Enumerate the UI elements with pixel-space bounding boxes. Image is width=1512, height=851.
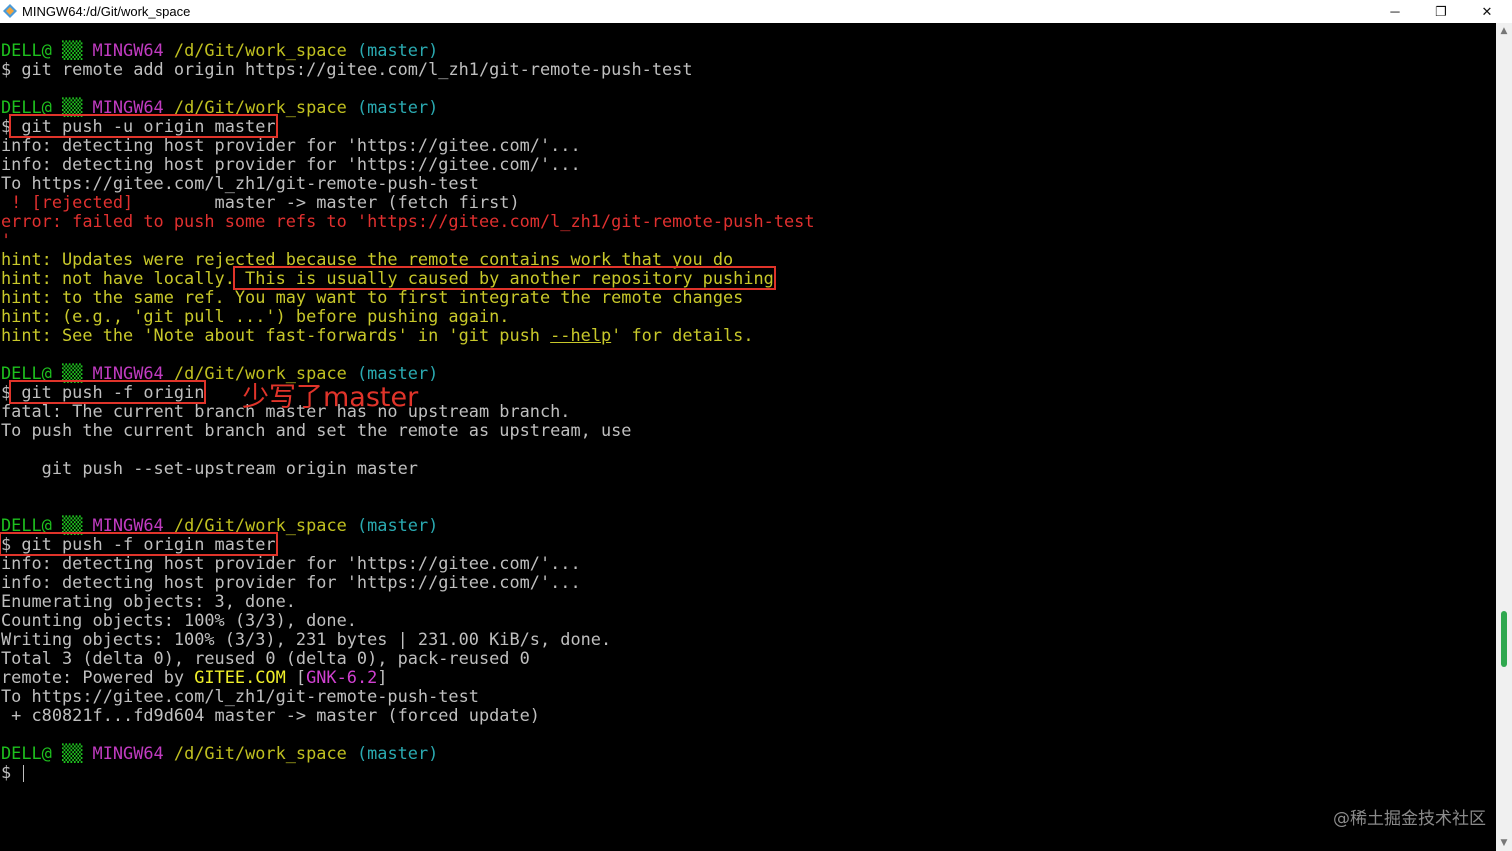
output-line: To push the current branch and set the r… [1,420,632,440]
hint-text-highlighted: This is usually caused by another reposi… [232,266,776,290]
restore-icon: ❐ [1435,3,1447,19]
vertical-scrollbar[interactable]: ▲ ▼ [1496,23,1512,851]
prompt-symbol: $ [1,762,12,782]
error-line-tail: ' [1,230,12,250]
prompt-branch: (master) [356,515,439,535]
prompt-host: MINGW64 [92,515,164,535]
close-icon: ✕ [1481,3,1493,19]
prompt-host: MINGW64 [92,743,164,763]
command-text-highlighted: git push -u origin master [9,114,278,138]
minimize-icon: ─ [1390,4,1400,19]
prompt-user: DELL@ [1,743,52,763]
command-line: $ git push -f origin master [0,532,815,556]
command-line: $ git push -u origin master [1,114,815,138]
prompt-user: DELL@ [1,515,52,535]
output-line: Writing objects: 100% (3/3), 231 bytes |… [1,629,612,649]
text-cursor [23,764,25,782]
hint-line: hint: (e.g., 'git pull ...') before push… [1,306,510,326]
prompt-symbol: $ [1,382,12,402]
prompt-path: /d/Git/work_space [173,515,347,535]
remote-text: [ [285,667,307,687]
prompt-line: DELL@ ▒▒ MINGW64 /d/Git/work_space (mast… [1,41,815,60]
rejected-detail: master -> master (fetch first) [133,192,520,212]
output-line: To https://gitee.com/l_zh1/git-remote-pu… [1,173,479,193]
prompt-host: MINGW64 [92,40,164,60]
watermark: @稀土掘金技术社区 [1333,809,1486,829]
prompt-branch: (master) [356,40,439,60]
gitee-brand: GITEE.COM [194,667,286,687]
prompt-branch: (master) [356,743,439,763]
prompt-symbol: $ [1,534,12,554]
command-text: git remote add origin https://gitee.com/… [11,59,693,79]
output-line: To https://gitee.com/l_zh1/git-remote-pu… [1,686,479,706]
prompt-line: DELL@ ▒▒ MINGW64 /d/Git/work_space (mast… [1,744,815,763]
output-line: ! [rejected] master -> master (fetch fir… [1,193,815,212]
prompt-grid-icon: ▒▒ [62,363,83,383]
prompt-symbol: $ [1,116,12,136]
scroll-up-icon[interactable]: ▲ [1496,23,1512,39]
window-titlebar: MINGW64:/d/Git/work_space ─ ❐ ✕ [0,0,1512,24]
prompt-grid-icon: ▒▒ [62,515,83,535]
prompt-host: MINGW64 [92,97,164,117]
hint-line: hint: to the same ref. You may want to f… [1,287,744,307]
command-line: $ git remote add origin https://gitee.co… [1,60,815,79]
prompt-grid-icon: ▒▒ [62,743,83,763]
output-line: git push --set-upstream origin master [1,458,418,478]
prompt-line: DELL@ ▒▒ MINGW64 /d/Git/work_space (mast… [1,516,815,535]
prompt-host: MINGW64 [92,363,164,383]
output-line: Enumerating objects: 3, done. [1,591,296,611]
maximize-button[interactable]: ❐ [1418,0,1464,23]
error-line: error: failed to push some refs to 'http… [1,211,815,231]
close-button[interactable]: ✕ [1464,0,1510,23]
output-line: info: detecting host provider for 'https… [1,154,581,174]
output-line: Total 3 (delta 0), reused 0 (delta 0), p… [1,648,530,668]
help-link[interactable]: --help [550,325,611,345]
command-text-highlighted: $ git push -f origin master [0,532,278,556]
annotation-text: 少写了master [242,382,419,413]
hint-line: hint: Updates were rejected because the … [1,249,734,269]
hint-text: hint: See the 'Note about fast-forwards'… [1,325,551,345]
remote-text: ] [377,667,388,687]
output-line: Counting objects: 100% (3/3), done. [1,610,357,630]
hint-text: ' for details. [611,325,754,345]
output-line: + c80821f...fd9d604 master -> master (fo… [1,705,540,725]
terminal-output[interactable]: DELL@ ▒▒ MINGW64 /d/Git/work_space (mast… [0,23,1496,851]
rejected-tag: ! [rejected] [1,192,134,212]
prompt-path: /d/Git/work_space [173,40,347,60]
scroll-thumb[interactable] [1501,611,1507,667]
prompt-path: /d/Git/work_space [173,97,347,117]
prompt-branch: (master) [356,97,439,117]
output-line: info: detecting host provider for 'https… [1,553,581,573]
prompt-grid-icon: ▒▒ [62,40,83,60]
prompt-line: DELL@ ▒▒ MINGW64 /d/Git/work_space (mast… [1,98,815,117]
git-bash-icon [3,4,17,18]
gnk-version: GNK-6.2 [306,667,378,687]
window-title: MINGW64:/d/Git/work_space [22,4,191,19]
prompt-user: DELL@ [1,40,52,60]
prompt-user: DELL@ [1,97,52,117]
hint-text: hint: not have locally. [1,268,235,288]
output-line: remote: Powered by GITEE.COM [GNK-6.2] [1,668,815,687]
prompt-path: /d/Git/work_space [173,743,347,763]
remote-text: remote: Powered by [1,667,195,687]
command-input-line[interactable]: $ [1,763,815,782]
minimize-button[interactable]: ─ [1372,0,1418,23]
prompt-user: DELL@ [1,363,52,383]
command-text: git push -f origin master [11,534,276,554]
hint-line: hint: See the 'Note about fast-forwards'… [1,326,815,345]
output-line: info: detecting host provider for 'https… [1,572,581,592]
prompt-grid-icon: ▒▒ [62,97,83,117]
output-line: info: detecting host provider for 'https… [1,135,581,155]
command-text-highlighted: git push -f origin [9,380,207,404]
scroll-down-icon[interactable]: ▼ [1496,835,1512,851]
prompt-symbol: $ [1,59,12,79]
hint-line: hint: not have locally. This is usually … [1,266,815,290]
